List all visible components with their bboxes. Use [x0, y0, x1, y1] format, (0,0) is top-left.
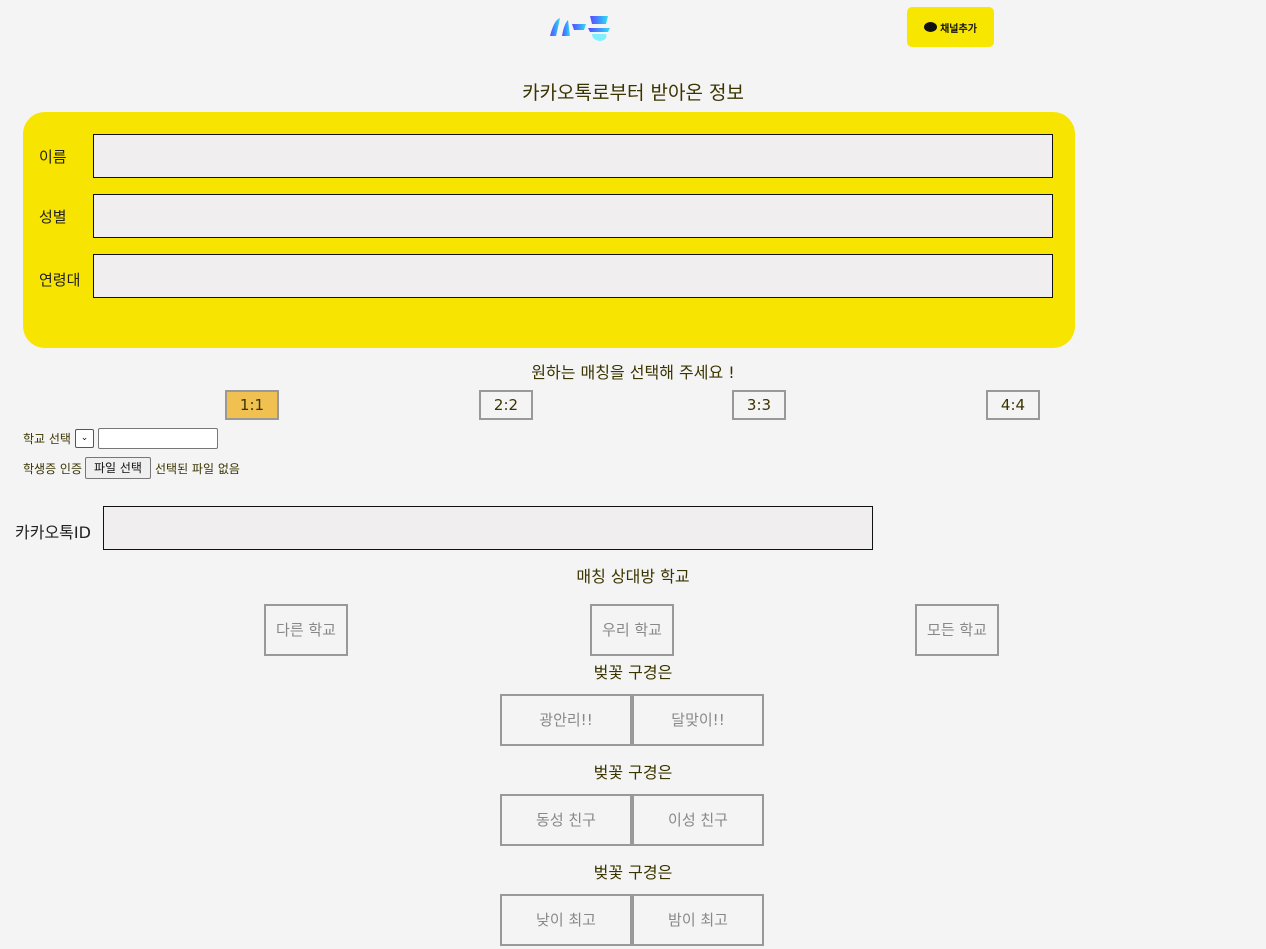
- age-label: 연령대: [39, 271, 81, 289]
- add-channel-button[interactable]: 채널추가: [907, 7, 994, 47]
- our-school-button[interactable]: 우리 학교: [590, 604, 674, 656]
- night-best-button[interactable]: 밤이 최고: [632, 894, 764, 946]
- add-channel-label: 채널추가: [940, 23, 977, 35]
- kakao-id-field[interactable]: [103, 506, 873, 550]
- gender-field[interactable]: [93, 194, 1053, 238]
- dalmaji-button[interactable]: 달맞이!!: [632, 694, 764, 746]
- page-title: 카카오톡로부터 받아온 정보: [522, 82, 744, 104]
- same-gender-friend-button[interactable]: 동성 친구: [500, 794, 632, 846]
- kakao-chat-icon: [924, 22, 938, 32]
- match-2v2-button[interactable]: 2:2: [479, 390, 533, 420]
- logo-graphic: [550, 16, 610, 41]
- student-id-label: 학생증 인증: [23, 462, 83, 476]
- name-label: 이름: [39, 148, 67, 166]
- age-field[interactable]: [93, 254, 1053, 298]
- chevron-down-icon: ⌄: [80, 433, 89, 443]
- partner-school-title: 매칭 상대방 학교: [576, 567, 690, 586]
- match-3v3-button[interactable]: 3:3: [732, 390, 786, 420]
- file-select-button[interactable]: 파일 선택: [85, 457, 151, 479]
- file-status: 선택된 파일 없음: [155, 462, 240, 476]
- name-field[interactable]: [93, 134, 1053, 178]
- question-3-title: 벚꽃 구경은: [593, 863, 673, 882]
- matching-prompt: 원하는 매칭을 선택해 주세요 !: [531, 363, 735, 382]
- gender-label: 성별: [39, 208, 67, 226]
- gwangalli-button[interactable]: 광안리!!: [500, 694, 632, 746]
- match-1v1-button[interactable]: 1:1: [225, 390, 279, 420]
- match-4v4-button[interactable]: 4:4: [986, 390, 1040, 420]
- school-input[interactable]: [98, 428, 218, 449]
- opposite-gender-friend-button[interactable]: 이성 친구: [632, 794, 764, 846]
- school-select-label: 학교 선택: [23, 432, 71, 446]
- all-schools-button[interactable]: 모든 학교: [915, 604, 999, 656]
- other-school-button[interactable]: 다른 학교: [264, 604, 348, 656]
- question-1-title: 벚꽃 구경은: [593, 663, 673, 682]
- school-dropdown[interactable]: ⌄: [75, 429, 94, 448]
- kakao-info-card: 이름 성별 연령대: [23, 112, 1075, 348]
- logo[interactable]: [546, 10, 616, 44]
- question-2-title: 벚꽃 구경은: [593, 763, 673, 782]
- day-best-button[interactable]: 낮이 최고: [500, 894, 632, 946]
- kakao-id-label: 카카오톡ID: [15, 523, 91, 542]
